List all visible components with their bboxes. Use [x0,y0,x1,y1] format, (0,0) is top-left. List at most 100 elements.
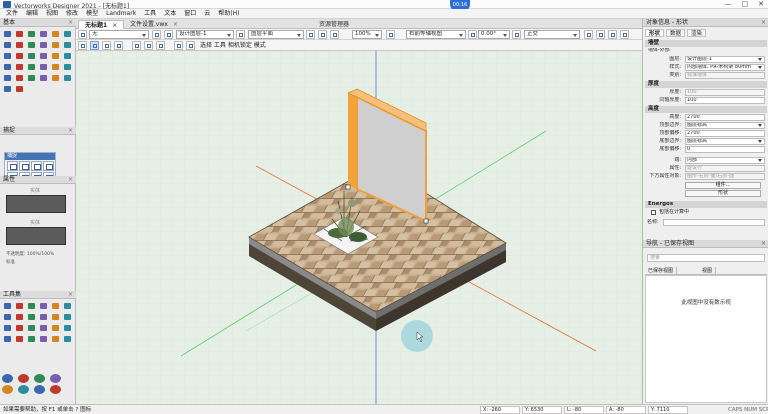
rectangle-select-mode-icon[interactable] [90,41,99,50]
view-select[interactable]: 图层平面 [248,30,304,39]
rectangle-icon[interactable] [50,62,61,72]
select-all-icon[interactable] [132,41,141,50]
architect-icon[interactable] [18,373,29,383]
shape-button[interactable]: 形状 [685,190,761,197]
text-icon[interactable] [50,40,61,50]
tab-file-settings[interactable]: 文件设置.vwx × [124,20,184,29]
pan-hand-icon[interactable] [14,29,25,39]
set-globe-icon[interactable] [2,384,13,394]
view-icon[interactable] [236,30,245,39]
furniture-icon[interactable] [14,323,25,333]
projection-view-select[interactable]: 右前等轴视图 [406,30,466,39]
close-palette-icon[interactable]: × [68,176,73,184]
detail-icon[interactable] [50,323,61,333]
enclosed-select-icon[interactable] [144,41,153,50]
zoom-level-select[interactable]: 100% [352,30,382,39]
site-plant-icon[interactable] [26,323,37,333]
wall-handle[interactable] [423,218,429,224]
flyover-icon[interactable] [14,62,25,72]
bottom-bound-field[interactable]: 图层标高 [685,138,765,145]
layer-icon[interactable] [152,30,161,39]
landmark-icon[interactable] [2,312,13,322]
close-palette-icon[interactable]: × [68,291,73,299]
marker-label[interactable]: 标准 [6,259,15,265]
layer-select[interactable]: 设计图层-1 [176,30,234,39]
layer-options-icon[interactable] [164,30,173,39]
menu-help[interactable]: 帮助(H) [214,9,243,19]
render-icon[interactable] [512,30,521,39]
cube-icon[interactable] [26,51,37,61]
disable-icon[interactable] [186,41,195,50]
site-plant-icon[interactable] [26,301,37,311]
select-arrow-icon[interactable] [50,51,61,61]
pan-hand-icon[interactable] [62,51,73,61]
line-icon[interactable] [26,62,37,72]
wall-icon[interactable] [38,51,49,61]
class-icon[interactable] [78,30,87,39]
menu-modify[interactable]: 修改 [62,9,82,19]
layer-field[interactable]: 设计图层-1 [685,56,765,63]
machine-icon[interactable] [38,334,49,344]
dims-icon[interactable] [38,301,49,311]
rotate-icon[interactable] [468,30,477,39]
cap-field[interactable]: 内部 [685,157,765,164]
polyline-icon[interactable] [62,29,73,39]
navigation-search-input[interactable]: 搜索 [647,254,765,262]
fence-icon[interactable] [14,312,25,322]
maximize-button[interactable]: □ [742,0,749,9]
drawing-canvas[interactable] [76,51,642,404]
components-button[interactable]: 组件... [685,182,761,189]
lasso-select-mode-icon[interactable] [114,41,123,50]
window-icon[interactable] [50,312,61,322]
menu-file[interactable]: 文件 [2,9,22,19]
opacity-readout[interactable]: 不透明度: 100%/100% [6,251,54,257]
top-offset-field[interactable]: 2700 [685,130,765,137]
core-thickness-field[interactable]: 100 [685,97,765,104]
top-bound-field[interactable]: 图层标高 [685,122,765,129]
object-info-header[interactable]: 对象信息 - 形状 × [643,19,768,27]
polygon-select-mode-icon[interactable] [102,41,111,50]
dimension-icon[interactable] [50,73,61,83]
fill-swatch[interactable] [6,195,66,213]
dims-icon[interactable] [38,323,49,333]
arc-icon[interactable] [26,40,37,50]
pick-icon[interactable] [78,41,87,50]
circle-icon[interactable] [14,40,25,50]
wall-icon[interactable] [14,84,25,94]
touching-select-icon[interactable] [156,41,165,50]
building-shell-icon[interactable] [2,301,13,311]
arc-icon[interactable] [2,73,13,83]
3d-modeling-icon[interactable] [26,334,37,344]
door-icon[interactable] [62,312,73,322]
machine-icon[interactable] [38,312,49,322]
tab-untitled-1[interactable]: 无标题1 × [78,20,125,29]
basic-palette-header[interactable]: 基本 × [0,19,76,27]
menu-edit[interactable]: 编辑 [22,9,42,19]
spotlight-icon[interactable] [50,384,61,394]
furniture-icon[interactable] [14,301,25,311]
tab-data[interactable]: 数据 [666,29,686,37]
column-view[interactable]: 视图 [699,267,717,275]
spotlight-icon[interactable] [50,373,61,383]
elements-field[interactable]: 图形-右前-面/右前-面 [685,173,765,180]
zoom-icon[interactable] [2,62,13,72]
3d-modeling-icon[interactable] [26,312,37,322]
detail-icon[interactable] [50,301,61,311]
close-palette-icon[interactable]: × [761,19,766,27]
circle-icon[interactable] [62,62,73,72]
menu-model[interactable]: 模型 [82,9,102,19]
toolset-palette-header[interactable]: 工具集 × [0,291,76,299]
class-field[interactable]: 标准墙体 [685,72,765,79]
snap-object-icon[interactable] [19,161,30,171]
callout-icon[interactable] [38,73,49,83]
standard-views-icon[interactable] [386,30,395,39]
settings-gear-icon[interactable] [620,30,629,39]
visibility-icon[interactable] [584,30,593,39]
close-tab-icon[interactable]: × [112,22,117,29]
polygon-icon[interactable] [38,40,49,50]
landmark-icon[interactable] [2,334,13,344]
cube-icon[interactable] [2,84,13,94]
name-field[interactable] [663,219,765,226]
saved-view-icon[interactable] [596,30,605,39]
polyline-icon[interactable] [38,62,49,72]
